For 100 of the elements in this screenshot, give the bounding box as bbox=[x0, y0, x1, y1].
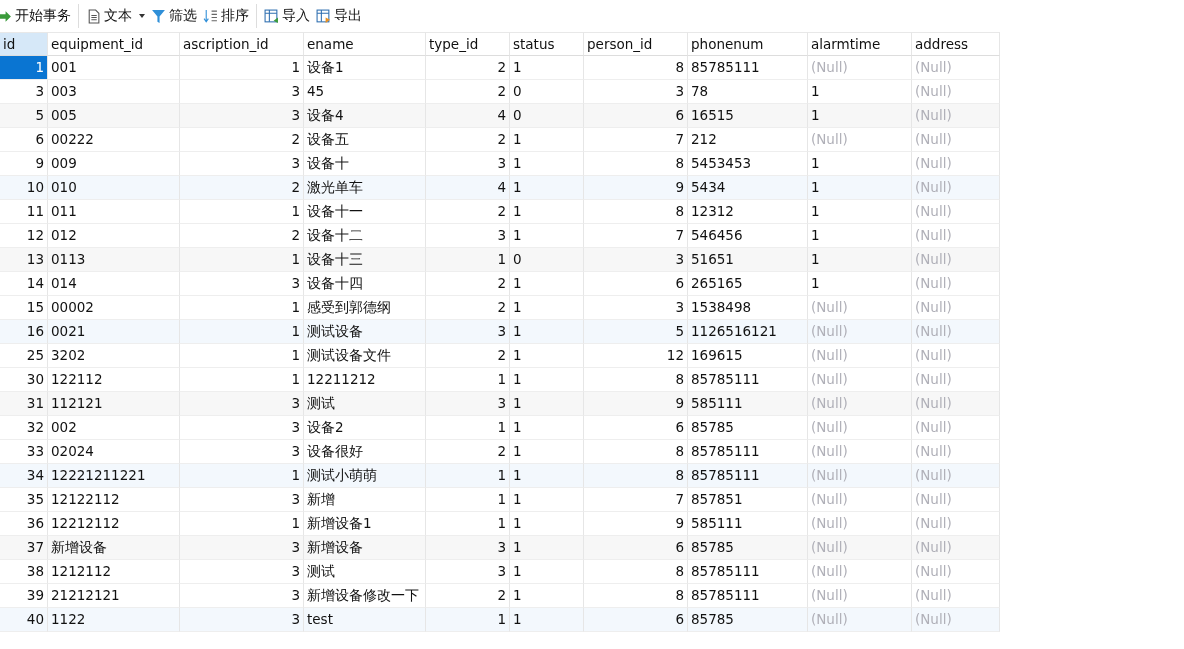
table-cell[interactable]: 00222 bbox=[48, 128, 180, 152]
table-cell[interactable]: 设备十四 bbox=[304, 272, 426, 296]
table-cell[interactable]: 测试小萌萌 bbox=[304, 464, 426, 488]
table-cell[interactable]: 1 bbox=[0, 56, 48, 80]
table-cell[interactable]: 1 bbox=[180, 200, 304, 224]
table-cell[interactable]: 3 bbox=[584, 248, 688, 272]
table-cell[interactable]: 4 bbox=[426, 176, 510, 200]
column-header[interactable]: ename bbox=[304, 32, 426, 56]
table-cell[interactable]: 设备十三 bbox=[304, 248, 426, 272]
table-cell[interactable]: 85785 bbox=[688, 536, 808, 560]
table-cell[interactable]: 测试设备文件 bbox=[304, 344, 426, 368]
table-cell[interactable]: 3 bbox=[180, 536, 304, 560]
table-cell[interactable]: 新增设备 bbox=[48, 536, 180, 560]
table-cell[interactable]: 51651 bbox=[688, 248, 808, 272]
table-cell[interactable]: 35 bbox=[0, 488, 48, 512]
table-cell[interactable]: 6 bbox=[584, 272, 688, 296]
table-cell[interactable]: 11 bbox=[0, 200, 48, 224]
table-cell[interactable]: 585111 bbox=[688, 392, 808, 416]
table-cell[interactable]: 2 bbox=[180, 128, 304, 152]
table-cell[interactable]: 014 bbox=[48, 272, 180, 296]
table-cell[interactable]: 0113 bbox=[48, 248, 180, 272]
table-cell[interactable]: 010 bbox=[48, 176, 180, 200]
table-cell[interactable]: 1 bbox=[510, 488, 584, 512]
table-cell[interactable]: 1 bbox=[808, 200, 912, 224]
table-cell[interactable]: 1 bbox=[426, 608, 510, 632]
table-cell[interactable]: 3 bbox=[180, 608, 304, 632]
table-cell[interactable]: 测试 bbox=[304, 392, 426, 416]
table-cell[interactable]: 9 bbox=[584, 176, 688, 200]
table-cell[interactable]: 265165 bbox=[688, 272, 808, 296]
table-cell[interactable]: 5 bbox=[584, 320, 688, 344]
table-cell[interactable]: 8 bbox=[584, 464, 688, 488]
table-cell[interactable]: 32 bbox=[0, 416, 48, 440]
table-cell[interactable]: 1 bbox=[808, 248, 912, 272]
table-cell[interactable]: 0 bbox=[510, 248, 584, 272]
toolbar-button[interactable]: 开始事务 bbox=[0, 5, 74, 27]
table-cell[interactable]: 1 bbox=[510, 320, 584, 344]
table-cell[interactable]: 2 bbox=[426, 272, 510, 296]
table-cell[interactable]: 3 bbox=[180, 104, 304, 128]
table-cell[interactable]: 7 bbox=[584, 488, 688, 512]
table-cell[interactable]: 5434 bbox=[688, 176, 808, 200]
table-cell[interactable]: 8 bbox=[584, 200, 688, 224]
column-header[interactable]: alarmtime bbox=[808, 32, 912, 56]
table-cell[interactable]: 1 bbox=[426, 488, 510, 512]
table-cell[interactable]: 85785 bbox=[688, 416, 808, 440]
table-cell[interactable]: 38 bbox=[0, 560, 48, 584]
table-cell[interactable]: 1 bbox=[510, 416, 584, 440]
table-cell[interactable]: 0021 bbox=[48, 320, 180, 344]
table-cell[interactable]: 3 bbox=[180, 488, 304, 512]
table-cell[interactable]: 1 bbox=[510, 560, 584, 584]
column-header[interactable]: person_id bbox=[584, 32, 688, 56]
table-cell[interactable]: 85785111 bbox=[688, 560, 808, 584]
table-cell[interactable]: 1 bbox=[510, 56, 584, 80]
table-cell[interactable]: 2 bbox=[180, 176, 304, 200]
table-cell[interactable]: 14 bbox=[0, 272, 48, 296]
table-cell[interactable]: 857851 bbox=[688, 488, 808, 512]
table-cell[interactable]: 0 bbox=[510, 104, 584, 128]
table-cell[interactable]: 31 bbox=[0, 392, 48, 416]
table-cell[interactable]: 1 bbox=[180, 464, 304, 488]
table-cell[interactable]: 1 bbox=[510, 128, 584, 152]
table-cell[interactable]: 7 bbox=[584, 128, 688, 152]
column-header[interactable]: address bbox=[912, 32, 1000, 56]
table-cell[interactable]: 2 bbox=[426, 56, 510, 80]
table-cell[interactable]: 6 bbox=[584, 416, 688, 440]
table-cell[interactable]: 设备2 bbox=[304, 416, 426, 440]
table-cell[interactable]: 3 bbox=[426, 536, 510, 560]
table-cell[interactable]: 37 bbox=[0, 536, 48, 560]
table-cell[interactable]: 1 bbox=[510, 608, 584, 632]
table-cell[interactable]: 1 bbox=[180, 248, 304, 272]
table-cell[interactable]: 3 bbox=[180, 272, 304, 296]
table-cell[interactable]: 16515 bbox=[688, 104, 808, 128]
toolbar-button[interactable]: 导入 bbox=[261, 5, 313, 27]
table-cell[interactable]: 16 bbox=[0, 320, 48, 344]
table-cell[interactable]: 1 bbox=[426, 416, 510, 440]
table-cell[interactable]: 6 bbox=[584, 104, 688, 128]
table-cell[interactable]: 设备五 bbox=[304, 128, 426, 152]
table-cell[interactable]: 10 bbox=[0, 176, 48, 200]
column-header[interactable]: type_id bbox=[426, 32, 510, 56]
table-cell[interactable]: 2 bbox=[426, 344, 510, 368]
table-cell[interactable]: test bbox=[304, 608, 426, 632]
table-cell[interactable]: 新增设备 bbox=[304, 536, 426, 560]
table-cell[interactable]: 34 bbox=[0, 464, 48, 488]
table-cell[interactable]: 1212112 bbox=[48, 560, 180, 584]
table-cell[interactable]: 3 bbox=[180, 392, 304, 416]
table-cell[interactable]: 设备十一 bbox=[304, 200, 426, 224]
table-cell[interactable]: 测试 bbox=[304, 560, 426, 584]
table-cell[interactable]: 8 bbox=[584, 560, 688, 584]
table-cell[interactable]: 2 bbox=[426, 200, 510, 224]
toolbar-button[interactable]: 排序 bbox=[200, 5, 252, 27]
toolbar-button[interactable]: 筛选 bbox=[148, 5, 200, 27]
table-cell[interactable]: 12312 bbox=[688, 200, 808, 224]
table-cell[interactable]: 3 bbox=[426, 320, 510, 344]
column-header[interactable]: status bbox=[510, 32, 584, 56]
table-cell[interactable]: 3 bbox=[180, 416, 304, 440]
table-cell[interactable]: 6 bbox=[584, 536, 688, 560]
table-cell[interactable]: 169615 bbox=[688, 344, 808, 368]
table-cell[interactable]: 011 bbox=[48, 200, 180, 224]
table-cell[interactable]: 1 bbox=[510, 464, 584, 488]
toolbar-button[interactable]: 导出 bbox=[313, 5, 365, 27]
table-cell[interactable]: 1 bbox=[510, 176, 584, 200]
table-cell[interactable]: 85785 bbox=[688, 608, 808, 632]
